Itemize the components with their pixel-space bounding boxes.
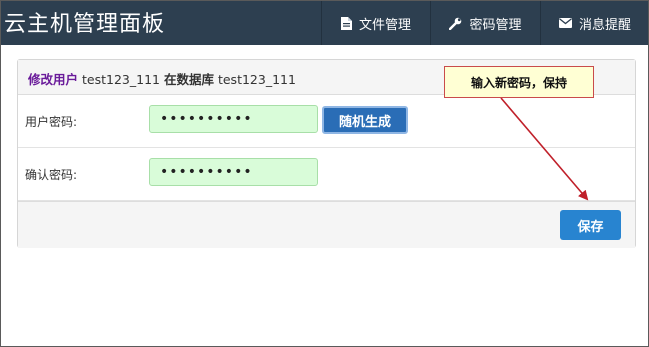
annotation-callout: 输入新密码，保持 [444, 66, 594, 98]
window-frame: 云主机管理面板 文件管理 密码管理 消息提醒 修改用户 test123_111 … [0, 0, 649, 347]
annotation-arrow [500, 97, 589, 201]
